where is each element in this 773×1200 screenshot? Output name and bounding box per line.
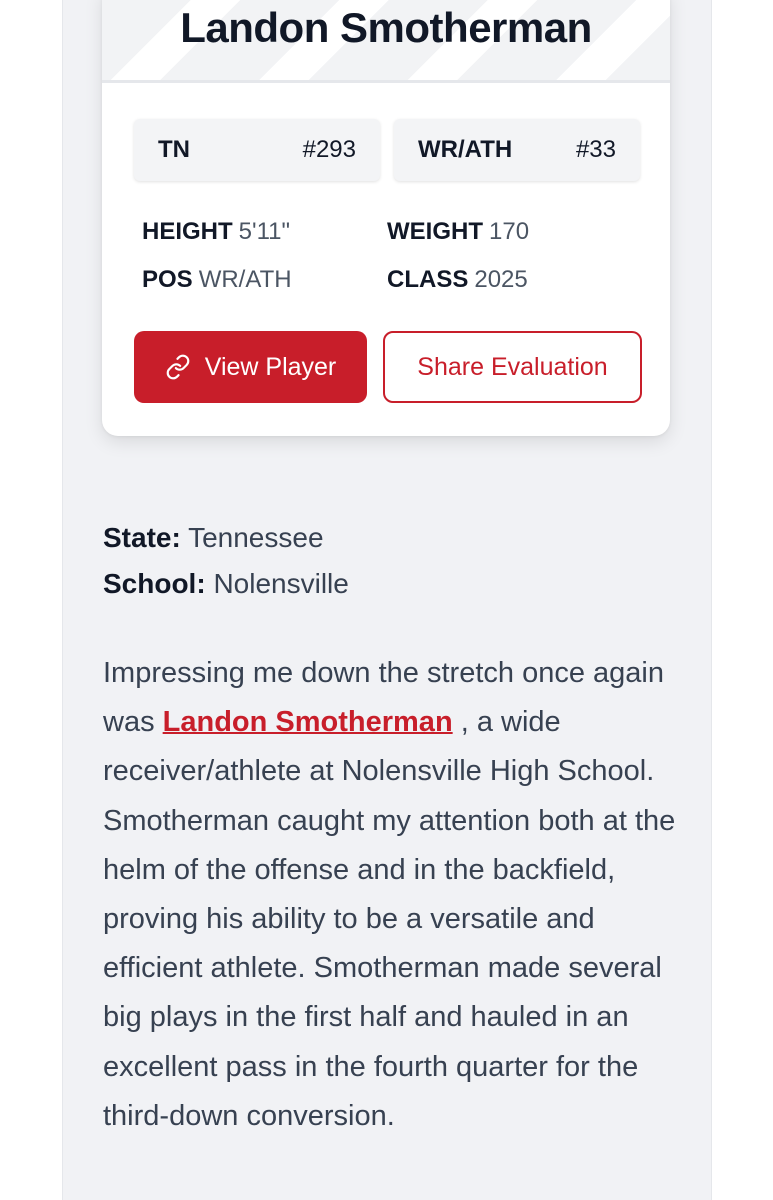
player-card-header: Landon Smotherman [102, 0, 670, 83]
state-rank: #293 [302, 136, 356, 163]
position-code: WR/ATH [418, 136, 513, 163]
state-code: TN [158, 136, 190, 163]
position-rank-chip: WR/ATH #33 [394, 119, 640, 181]
weight-label: WEIGHT [387, 218, 483, 245]
school-line: School: Nolensville [103, 568, 349, 600]
class-value: 2025 [474, 266, 528, 293]
share-evaluation-label: Share Evaluation [417, 352, 608, 381]
paragraph-body: , a wide receiver/athlete at Nolensville… [103, 706, 676, 1132]
height-label: HEIGHT [142, 218, 233, 245]
state-label: State: [103, 522, 181, 553]
height-stat: HEIGHT 5'11" [142, 218, 290, 246]
state-line: State: Tennessee [103, 522, 324, 554]
pos-stat: POS WR/ATH [142, 266, 292, 294]
school-value: Nolensville [213, 568, 349, 599]
view-player-button[interactable]: View Player [134, 331, 367, 403]
class-stat: CLASS 2025 [387, 266, 528, 294]
player-link[interactable]: Landon Smotherman [163, 706, 453, 738]
state-rank-chip: TN #293 [134, 119, 380, 181]
state-value: Tennessee [188, 522, 324, 553]
share-evaluation-button[interactable]: Share Evaluation [383, 331, 642, 403]
weight-stat: WEIGHT 170 [387, 218, 529, 246]
pos-label: POS [142, 266, 193, 293]
position-rank: #33 [575, 136, 616, 163]
pos-value: WR/ATH [198, 266, 292, 293]
evaluation-paragraph: Impressing me down the stretch once agai… [103, 649, 683, 1141]
weight-value: 170 [489, 218, 530, 245]
player-name: Landon Smotherman [180, 4, 592, 51]
class-label: CLASS [387, 266, 469, 293]
height-value: 5'11" [238, 218, 291, 245]
link-icon [166, 354, 190, 380]
view-player-label: View Player [204, 352, 337, 381]
school-label: School: [103, 568, 206, 599]
player-card: Landon Smotherman TN #293 WR/ATH #33 HEI… [102, 0, 670, 436]
